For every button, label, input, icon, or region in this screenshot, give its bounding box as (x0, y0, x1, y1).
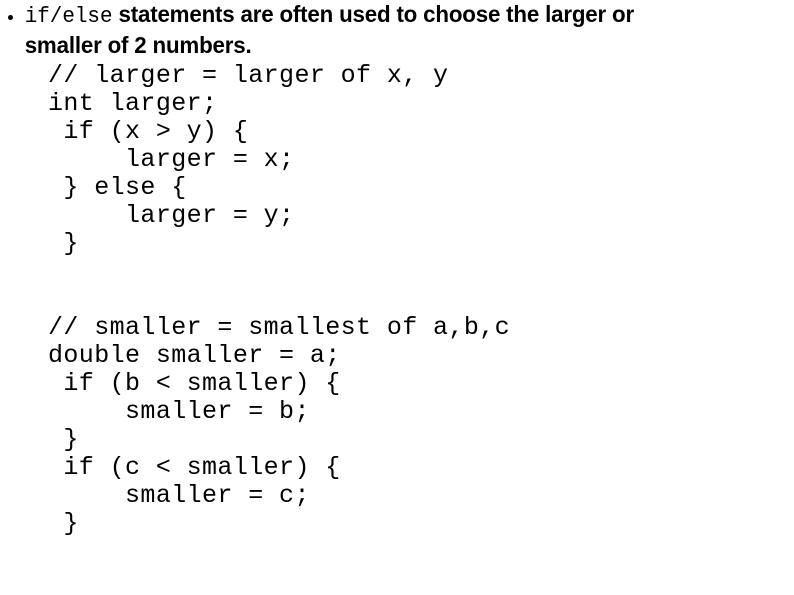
code-line: double smaller = a; (48, 341, 341, 370)
code-block-larger-example: // larger = larger of x, y int larger; i… (48, 62, 768, 258)
code-line: int larger; (48, 89, 218, 118)
code-block-separator (48, 258, 768, 286)
code-line: // larger = larger of x, y (48, 61, 449, 90)
code-listing: // larger = larger of x, y int larger; i… (48, 62, 768, 538)
code-line: } (48, 425, 79, 454)
code-line: smaller = c; (48, 481, 310, 510)
code-line: // smaller = smallest of a,b,c (48, 313, 511, 342)
code-line: if (b < smaller) { (48, 369, 341, 398)
code-block-smaller-example: // smaller = smallest of a,b,c double sm… (48, 314, 768, 538)
code-line: } else { (48, 173, 187, 202)
bullet-heading-rest: statements are often used to choose the … (24, 1, 634, 58)
code-line: if (x > y) { (48, 117, 249, 146)
code-line: larger = x; (48, 145, 295, 174)
bullet-heading-text: if/else statements are often used to cho… (0, 0, 741, 60)
code-block-separator (48, 286, 768, 314)
bullet-heading: if/else statements are often used to cho… (0, 0, 780, 60)
code-line: } (48, 229, 79, 258)
code-line: if (c < smaller) { (48, 453, 341, 482)
code-line: larger = y; (48, 201, 295, 230)
slide-canvas: if/else statements are often used to cho… (0, 0, 794, 595)
bullet-mono-keyword: if/else (24, 4, 113, 29)
code-line: smaller = b; (48, 397, 310, 426)
code-line: } (48, 509, 79, 538)
